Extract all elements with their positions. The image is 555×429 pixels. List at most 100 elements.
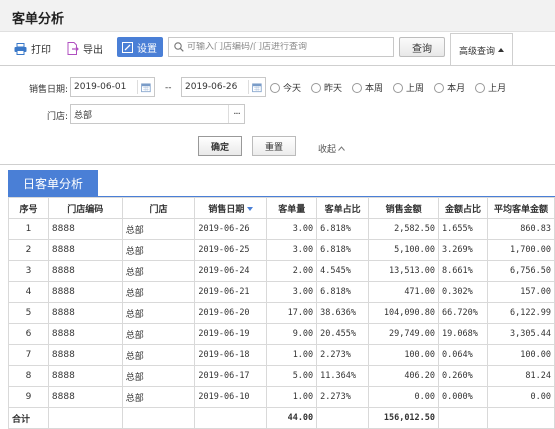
radio-label: 本月 — [447, 84, 466, 94]
table-cell — [438, 407, 488, 429]
table-cell: 1 — [8, 218, 49, 240]
calendar-icon[interactable] — [137, 80, 151, 94]
table-cell: 8888 — [47, 260, 123, 282]
table-cell: 3.00 — [266, 239, 318, 261]
table-cell: 29,749.00 — [368, 323, 440, 345]
table-cell: 5,100.00 — [368, 239, 440, 261]
radio-last-week[interactable]: 上周 — [393, 81, 424, 94]
sort-desc-icon — [247, 207, 254, 211]
date-to-value: 2019-06-26 — [185, 82, 238, 92]
table-cell: 6 — [8, 323, 49, 345]
col-header-store[interactable]: 门店 — [121, 197, 196, 219]
settings-button[interactable]: 设置 — [117, 37, 163, 57]
reset-button[interactable]: 重置 — [252, 136, 296, 156]
table-row[interactable]: 9 8888 总部 2019-06-10 1.00 2.273% 0.00 0.000% 0.0… — [8, 386, 555, 408]
table-cell: 2019-06-26 — [194, 218, 268, 240]
date-from-value: 2019-06-01 — [74, 82, 127, 92]
radio-label: 本周 — [365, 84, 384, 94]
tab-daily-analysis[interactable]: 日客单分析 — [8, 170, 98, 197]
print-button[interactable]: 打印 — [14, 38, 51, 59]
table-cell: 8.661% — [438, 260, 488, 282]
col-header-avg-order[interactable]: 平均客单金额 — [486, 197, 555, 219]
col-header-store-code[interactable]: 门店编码 — [47, 197, 123, 219]
col-header-order-count[interactable]: 客单量 — [266, 197, 318, 219]
store-field[interactable]: 总部 ··· — [70, 104, 245, 124]
radio-dot — [270, 82, 280, 93]
radio-label: 上月 — [488, 84, 507, 94]
table-cell: 2 — [8, 239, 49, 261]
table-cell: 3.00 — [266, 218, 318, 240]
confirm-button[interactable]: 确定 — [198, 136, 242, 156]
col-header-amount-share[interactable]: 金额占比 — [438, 197, 488, 219]
table-cell: 5.00 — [266, 365, 318, 387]
page-title: 客单分析 — [12, 12, 65, 27]
table-row[interactable]: 3 8888 总部 2019-06-24 2.00 4.545% 13,513.00 8.66… — [8, 260, 555, 282]
table-cell: 总部 — [121, 218, 196, 240]
table-cell: 0.00 — [368, 386, 440, 408]
date-to-field[interactable]: 2019-06-26 — [181, 77, 266, 97]
radio-yesterday[interactable]: 昨天 — [311, 81, 342, 94]
table-cell: 0.000% — [438, 386, 488, 408]
table-cell: 8888 — [47, 344, 123, 366]
radio-dot — [475, 82, 486, 93]
table-cell: 2019-06-10 — [194, 386, 268, 408]
table-cell: 6,756.50 — [486, 260, 555, 282]
col-header-sales-amount[interactable]: 销售金额 — [368, 197, 440, 219]
data-table: 序号 门店编码 门店 销售日期 客单量 客单占比 销售金额 金额占比 平均客单金… — [8, 197, 555, 429]
radio-dot — [311, 82, 322, 93]
radio-this-week[interactable]: 本周 — [352, 81, 383, 94]
col-header-index[interactable]: 序号 — [8, 197, 49, 219]
table-row[interactable]: 7 8888 总部 2019-06-18 1.00 2.273% 100.00 0.064% 1… — [8, 344, 555, 366]
table-cell: 总部 — [121, 281, 196, 303]
table-row[interactable]: 1 8888 总部 2019-06-26 3.00 6.818% 2,582.50 1.655… — [8, 218, 555, 240]
table-row[interactable]: 6 8888 总部 2019-06-19 9.00 20.455% 29,749.00 19.… — [8, 323, 555, 345]
table-cell: 2.273% — [316, 386, 370, 408]
radio-label: 上周 — [406, 84, 425, 94]
print-label: 打印 — [31, 45, 51, 56]
table-cell: 19.068% — [438, 323, 488, 345]
search-input[interactable] — [187, 42, 387, 52]
search-icon — [174, 42, 184, 52]
table-row[interactable]: 4 8888 总部 2019-06-21 3.00 6.818% 471.00 0.302% 1… — [8, 281, 555, 303]
radio-last-month[interactable]: 上月 — [475, 81, 506, 94]
table-cell: 8888 — [47, 323, 123, 345]
table-row[interactable]: 2 8888 总部 2019-06-25 3.00 6.818% 5,100.00 3.269… — [8, 239, 555, 261]
radio-today[interactable]: 今天 — [270, 81, 301, 94]
table-row[interactable]: 8 8888 总部 2019-06-17 5.00 11.364% 406.20 0.260%… — [8, 365, 555, 387]
radio-dot — [352, 82, 363, 93]
collapse-link[interactable]: 收起 — [318, 142, 345, 155]
table-cell: 7 — [8, 344, 49, 366]
search-button[interactable]: 查询 — [399, 37, 445, 57]
title-bar: 客单分析 — [0, 0, 555, 32]
settings-icon — [122, 41, 133, 53]
table-cell: 3 — [8, 260, 49, 282]
table-cell: 总部 — [121, 239, 196, 261]
table-cell: 8 — [8, 365, 49, 387]
table-row[interactable]: 5 8888 总部 2019-06-20 17.00 38.636% 104,090.80 6… — [8, 302, 555, 324]
calendar-icon[interactable] — [248, 80, 262, 94]
settings-label: 设置 — [137, 43, 157, 55]
table-cell: 2019-06-17 — [194, 365, 268, 387]
total-row: 合计 44.00 156,012.50 — [8, 407, 555, 429]
table-cell: 20.455% — [316, 323, 370, 345]
store-picker-button[interactable]: ··· — [228, 105, 244, 123]
table-cell — [486, 407, 555, 429]
col-header-order-share[interactable]: 客单占比 — [316, 197, 370, 219]
table-cell: 总部 — [121, 386, 196, 408]
table-cell: 4 — [8, 281, 49, 303]
date-from-field[interactable]: 2019-06-01 — [70, 77, 155, 97]
table-cell: 406.20 — [368, 365, 440, 387]
search-box — [168, 37, 394, 57]
table-cell: 6.818% — [316, 281, 370, 303]
col-header-sale-date[interactable]: 销售日期 — [194, 197, 268, 219]
total-count: 44.00 — [266, 407, 318, 429]
export-button[interactable]: 导出 — [67, 38, 103, 59]
table-cell: 100.00 — [486, 344, 555, 366]
table-cell: 3,305.44 — [486, 323, 555, 345]
total-label: 合计 — [8, 407, 49, 429]
advanced-search-tab[interactable]: 高级查询 — [450, 33, 513, 66]
radio-this-month[interactable]: 本月 — [434, 81, 465, 94]
col-header-sale-date-label: 销售日期 — [208, 204, 245, 215]
table-cell: 860.83 — [486, 218, 555, 240]
table-cell: 5 — [8, 302, 49, 324]
